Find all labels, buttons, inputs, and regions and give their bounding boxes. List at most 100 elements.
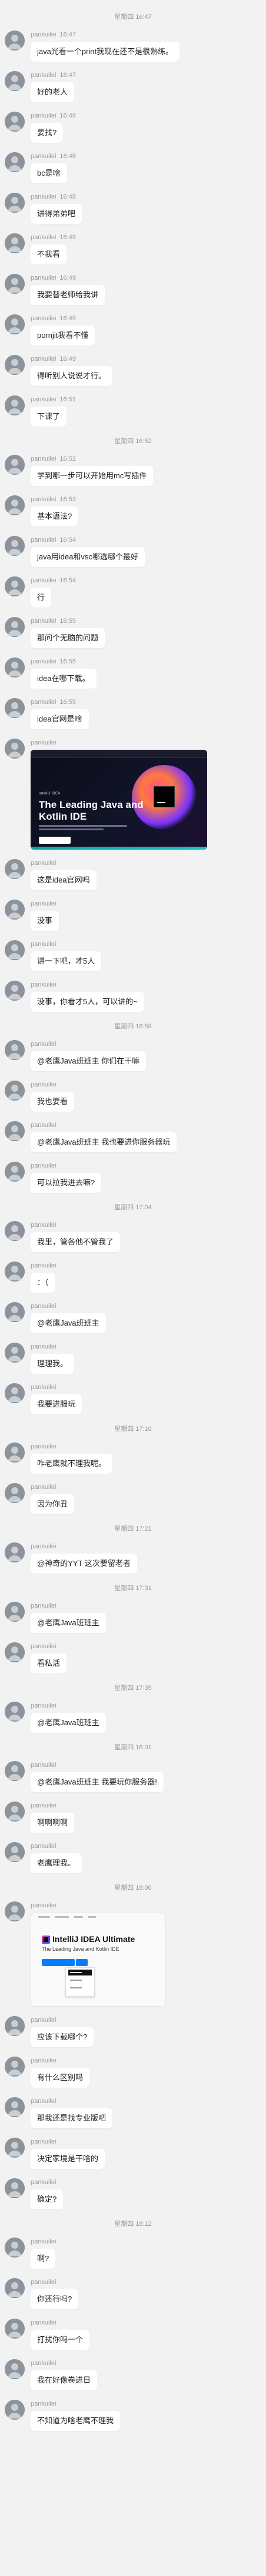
avatar[interactable] [5,1802,25,1822]
sender-name[interactable]: pankuilei [31,1762,56,1769]
avatar[interactable] [5,1483,25,1503]
message-bubble[interactable]: @老鹰Java班班主 [31,1713,106,1733]
sender-name[interactable]: pankuilei [31,31,56,38]
sender-name[interactable]: pankuilei [31,658,56,665]
avatar[interactable] [5,1602,25,1622]
message-bubble[interactable]: 下课了 [31,407,67,427]
message-bubble[interactable]: 老鹰理我。 [31,1853,82,1873]
avatar[interactable] [5,395,25,415]
avatar[interactable] [5,1443,25,1463]
message-bubble[interactable]: 讲一下吧，才5人 [31,951,102,971]
sender-name[interactable]: pankuilei [31,860,56,867]
message-bubble[interactable]: 看私活 [31,1653,67,1673]
sender-name[interactable]: pankuilei [31,274,56,281]
avatar[interactable] [5,314,25,334]
message-bubble[interactable]: idea在哪下载。 [31,669,97,689]
message-bubble[interactable]: 这是idea官网吗 [31,870,97,890]
message-bubble[interactable]: 因为你丑 [31,1494,75,1514]
avatar[interactable] [5,2319,25,2339]
avatar[interactable] [5,2238,25,2258]
avatar[interactable] [5,859,25,879]
sender-name[interactable]: pankuilei [31,112,56,119]
avatar[interactable] [5,71,25,91]
avatar[interactable] [5,698,25,718]
avatar[interactable] [5,31,25,51]
message-bubble[interactable]: 那问个无脑的问题 [31,628,105,648]
avatar[interactable] [5,981,25,1001]
sender-name[interactable]: pankuilei [31,1262,56,1269]
avatar[interactable] [5,1162,25,1182]
sender-name[interactable]: pankuilei [31,1443,56,1450]
message-bubble[interactable]: 咋老鹰就不理我呢。 [31,1454,113,1474]
sender-name[interactable]: pankuilei [31,739,56,746]
message-bubble[interactable]: 可以拉我进去嘛? [31,1173,102,1193]
image-message[interactable]: IntelliJ IDEA Ultimate The Leading Java a… [31,1913,166,2007]
message-bubble[interactable]: 没事，你看才5人，可以讲的~ [31,992,144,1012]
avatar[interactable] [5,112,25,132]
avatar[interactable] [5,2097,25,2117]
message-bubble[interactable]: 好的老人 [31,82,75,102]
sender-name[interactable]: pankuilei [31,1702,56,1709]
sender-name[interactable]: pankuilei [31,193,56,200]
sender-name[interactable]: pankuilei [31,1843,56,1850]
message-bubble[interactable]: idea官网是啥 [31,709,89,729]
avatar[interactable] [5,536,25,556]
sender-name[interactable]: pankuilei [31,1802,56,1809]
message-bubble[interactable]: ：（ [31,1273,55,1293]
sender-name[interactable]: pankuilei [31,2360,56,2367]
sender-name[interactable]: pankuilei [31,396,56,403]
sender-name[interactable]: pankuilei [31,1041,56,1048]
message-bubble[interactable]: 行 [31,588,52,608]
sender-name[interactable]: pankuilei [31,2179,56,2186]
avatar[interactable] [5,2178,25,2198]
sender-name[interactable]: pankuilei [31,1643,56,1650]
message-bubble[interactable]: pornjit我看不懂 [31,326,95,346]
avatar[interactable] [5,1842,25,1862]
message-bubble[interactable]: 我也要看 [31,1092,75,1112]
message-bubble[interactable]: 没事 [31,911,59,931]
avatar[interactable] [5,233,25,253]
sender-name[interactable]: pankuilei [31,941,56,948]
sender-name[interactable]: pankuilei [31,618,56,625]
message-bubble[interactable]: 那我还是找专业版吧 [31,2108,113,2128]
image-message[interactable]: IntelliJ IDEA The Leading Java and Kotlin… [31,750,207,850]
avatar[interactable] [5,900,25,920]
message-bubble[interactable]: @老鹰Java班班主 我也要进你服务器玩 [31,1132,177,1152]
avatar[interactable] [5,355,25,375]
message-bubble[interactable]: 不知道为啥老鹰不理我 [31,2411,121,2431]
avatar[interactable] [5,1761,25,1781]
sender-name[interactable]: pankuilei [31,2279,56,2286]
sender-name[interactable]: pankuilei [31,496,56,503]
message-bubble[interactable]: 你还行吗? [31,2289,79,2309]
avatar[interactable] [5,2400,25,2420]
sender-name[interactable]: pankuilei [31,1384,56,1391]
message-bubble[interactable]: 讲得弟弟吧 [31,204,82,224]
message-bubble[interactable]: 打扰你吗一个 [31,2330,90,2350]
avatar[interactable] [5,1542,25,1562]
sender-name[interactable]: pankuilei [31,577,56,584]
message-bubble[interactable]: @神奇的YYT 这次要留老者 [31,1554,137,1574]
avatar[interactable] [5,2057,25,2077]
message-bubble[interactable]: 我在好像卷进日 [31,2370,98,2390]
message-bubble[interactable]: 要找? [31,123,64,143]
sender-name[interactable]: pankuilei [31,1081,56,1088]
message-bubble[interactable]: 确定? [31,2189,64,2209]
message-bubble[interactable]: @老鹰Java班班主 我要玩你服务器! [31,1772,164,1792]
message-bubble[interactable]: @老鹰Java班班主 [31,1313,106,1333]
avatar[interactable] [5,1901,25,1921]
sender-name[interactable]: pankuilei [31,72,56,79]
avatar[interactable] [5,658,25,677]
sender-name[interactable]: pankuilei [31,2138,56,2145]
sender-name[interactable]: pankuilei [31,536,56,544]
sender-name[interactable]: pankuilei [31,2400,56,2407]
avatar[interactable] [5,455,25,475]
message-bubble[interactable]: 我要替老师给我讲 [31,285,105,305]
sender-name[interactable]: pankuilei [31,900,56,907]
sender-name[interactable]: pankuilei [31,234,56,241]
sender-name[interactable]: pankuilei [31,1343,56,1350]
message-bubble[interactable]: 啊啊啊啊 [31,1813,75,1833]
message-bubble[interactable]: @老鹰Java班班主 你们在干嘛 [31,1051,147,1071]
avatar[interactable] [5,1642,25,1662]
avatar[interactable] [5,1121,25,1141]
message-bubble[interactable]: 不我看 [31,244,67,264]
